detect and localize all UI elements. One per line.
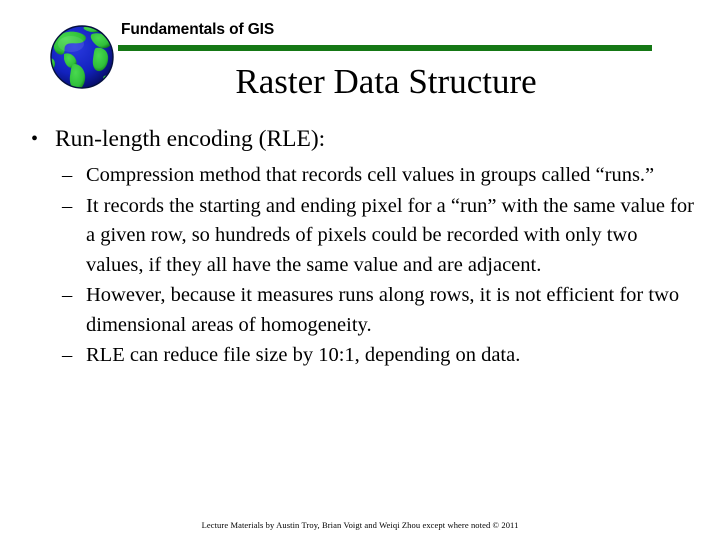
slide-content: • Run-length encoding (RLE): – Compressi… bbox=[0, 124, 720, 372]
bullet-level2: – It records the starting and ending pix… bbox=[0, 192, 720, 281]
bullet-marker-dash: – bbox=[62, 194, 73, 217]
sub-bullet-list: – Compression method that records cell v… bbox=[0, 161, 720, 371]
bullet-level2: – Compression method that records cell v… bbox=[0, 161, 720, 191]
bullet-marker-dot: • bbox=[31, 128, 39, 150]
bullet-marker-dash: – bbox=[62, 344, 73, 366]
slide-footer-credit: Lecture Materials by Austin Troy, Brian … bbox=[201, 520, 519, 530]
slide-header: Fundamentals of GIS Raster Data Structur… bbox=[0, 0, 720, 101]
bullet-marker-dash: – bbox=[62, 164, 73, 186]
header-divider-rule bbox=[118, 45, 652, 51]
bullet-marker-dash: – bbox=[62, 284, 73, 306]
bullet-level1: • Run-length encoding (RLE): bbox=[0, 124, 720, 155]
page-title: Raster Data Structure bbox=[235, 62, 537, 101]
bullet-level2: – RLE can reduce file size by 10:1, depe… bbox=[0, 341, 720, 371]
bullet-level2: – However, because it measures runs alon… bbox=[0, 281, 720, 340]
course-title: Fundamentals of GIS bbox=[121, 21, 275, 38]
bullet-level2-text: It records the starting and ending pixel… bbox=[86, 194, 694, 276]
bullet-level2-text: RLE can reduce file size by 10:1, depend… bbox=[86, 344, 521, 366]
bullet-level1-text: Run-length encoding (RLE): bbox=[55, 126, 326, 152]
bullet-level2-text: However, because it measures runs along … bbox=[86, 284, 680, 336]
bullet-level2-text: Compression method that records cell val… bbox=[86, 164, 655, 186]
